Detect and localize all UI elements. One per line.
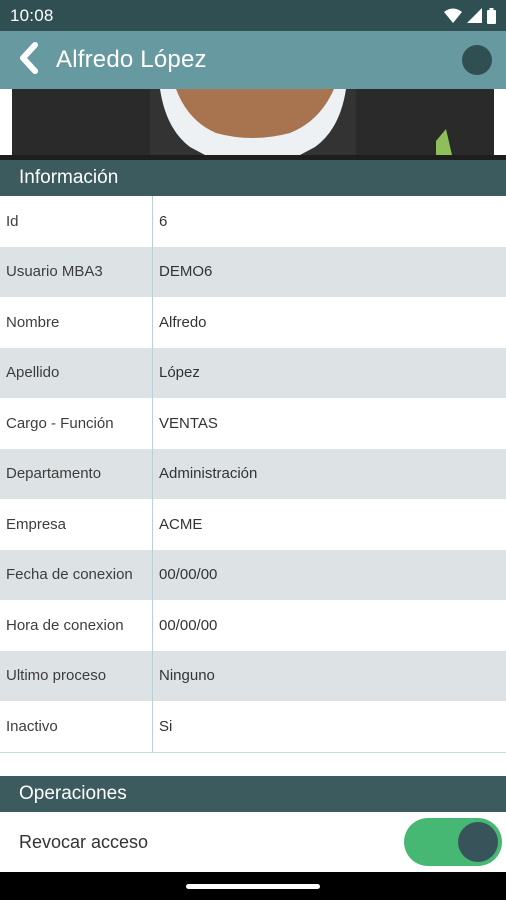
- table-row: Id 6: [0, 196, 506, 247]
- revoke-access-toggle[interactable]: [404, 818, 502, 866]
- table-row: Empresa ACME: [0, 499, 506, 550]
- status-icons: [444, 7, 496, 24]
- row-value: 00/00/00: [159, 616, 218, 634]
- row-label: Id: [0, 196, 153, 247]
- table-row: Ultimo proceso Ninguno: [0, 650, 506, 701]
- row-value: Alfredo: [159, 313, 207, 331]
- operations-section-title: Operaciones: [19, 783, 127, 804]
- battery-icon: [487, 7, 496, 24]
- navigation-bar: [0, 872, 506, 900]
- row-value: VENTAS: [159, 414, 218, 432]
- app-bar: Alfredo López: [0, 31, 506, 89]
- operations-section-header: Operaciones: [0, 776, 506, 812]
- row-value: 00/00/00: [159, 566, 218, 584]
- row-value: Ninguno: [159, 667, 215, 685]
- table-row: Cargo - Función VENTAS: [0, 398, 506, 449]
- table-row: Apellido López: [0, 347, 506, 398]
- table-row: Hora de conexion 00/00/00: [0, 600, 506, 651]
- wifi-icon: [444, 8, 462, 23]
- avatar[interactable]: [462, 45, 492, 75]
- profile-photo: [0, 89, 506, 160]
- row-value: López: [159, 364, 200, 382]
- row-label: Departamento: [0, 448, 153, 499]
- row-value: Administración: [159, 465, 258, 483]
- info-table: Id 6 Usuario MBA3 DEMO6 Nombre Alfredo A…: [0, 196, 506, 753]
- row-label: Fecha de conexion: [0, 549, 153, 600]
- row-value: 6: [159, 212, 168, 230]
- info-section-title: Información: [19, 167, 119, 188]
- home-gesture-handle[interactable]: [186, 884, 320, 889]
- row-value: DEMO6: [159, 263, 213, 281]
- table-row: Nombre Alfredo: [0, 297, 506, 348]
- row-label: Usuario MBA3: [0, 246, 153, 297]
- signal-icon: [467, 8, 482, 23]
- row-label: Empresa: [0, 499, 153, 550]
- table-row: Departamento Administración: [0, 448, 506, 499]
- page-title: Alfredo López: [56, 46, 207, 73]
- info-section-header: Información: [0, 160, 506, 196]
- table-row: Inactivo Si: [0, 701, 506, 752]
- row-label: Apellido: [0, 347, 153, 398]
- revoke-access-label: Revocar acceso: [19, 831, 149, 852]
- row-label: Inactivo: [0, 701, 153, 752]
- status-time: 10:08: [10, 5, 54, 25]
- toggle-knob: [458, 822, 498, 862]
- table-row: Fecha de conexion 00/00/00: [0, 549, 506, 600]
- back-button[interactable]: [0, 31, 56, 89]
- chevron-left-icon: [17, 41, 39, 79]
- row-label: Ultimo proceso: [0, 650, 153, 701]
- row-label: Hora de conexion: [0, 600, 153, 651]
- row-label: Cargo - Función: [0, 398, 153, 449]
- row-value: Si: [159, 717, 173, 735]
- row-label: Nombre: [0, 297, 153, 348]
- table-row: Usuario MBA3 DEMO6: [0, 246, 506, 297]
- row-value: ACME: [159, 515, 203, 533]
- status-bar: 10:08: [0, 0, 506, 31]
- revoke-access-row: Revocar acceso: [0, 812, 506, 872]
